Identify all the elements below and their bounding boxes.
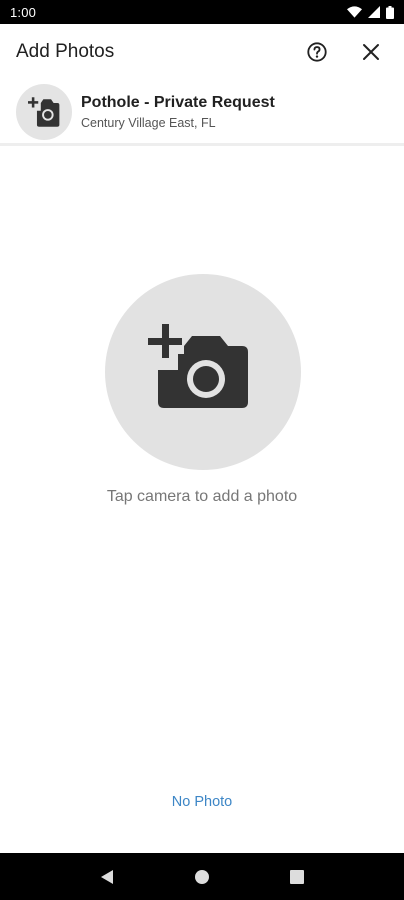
- app-bar: Add Photos: [0, 24, 404, 80]
- request-header: Pothole - Private Request Century Villag…: [0, 80, 404, 146]
- screen: 1:00 Add Photos Pothole - Private Reques…: [0, 0, 404, 900]
- app-actions: [300, 35, 388, 69]
- close-button[interactable]: [354, 35, 388, 69]
- add-photo-icon: [28, 96, 60, 127]
- back-icon: [101, 869, 114, 884]
- help-button[interactable]: [300, 35, 334, 69]
- request-text: Pothole - Private Request Century Villag…: [81, 94, 275, 130]
- status-icons: [347, 5, 394, 19]
- battery-icon: [386, 5, 394, 19]
- wifi-icon: [347, 6, 362, 18]
- hint-text: Tap camera to add a photo: [106, 488, 298, 505]
- status-time: 1:00: [10, 4, 37, 20]
- recents-button[interactable]: [277, 857, 317, 897]
- request-location: Century Village East, FL: [81, 115, 216, 130]
- signal-icon: [368, 6, 380, 18]
- add-photo-icon: [148, 324, 248, 408]
- home-icon: [194, 869, 209, 884]
- recents-icon: [289, 869, 304, 884]
- request-title: Pothole - Private Request: [81, 93, 275, 111]
- status-bar: 1:00: [0, 0, 404, 24]
- close-icon: [363, 44, 379, 60]
- nav-bar: [0, 853, 404, 900]
- no-photo-link[interactable]: No Photo: [0, 794, 404, 810]
- help-icon: [307, 42, 327, 62]
- home-button[interactable]: [182, 857, 222, 897]
- add-photo-button[interactable]: [105, 274, 301, 470]
- back-button[interactable]: [87, 857, 127, 897]
- page-title: Add Photos: [16, 41, 115, 62]
- request-avatar: [16, 83, 72, 140]
